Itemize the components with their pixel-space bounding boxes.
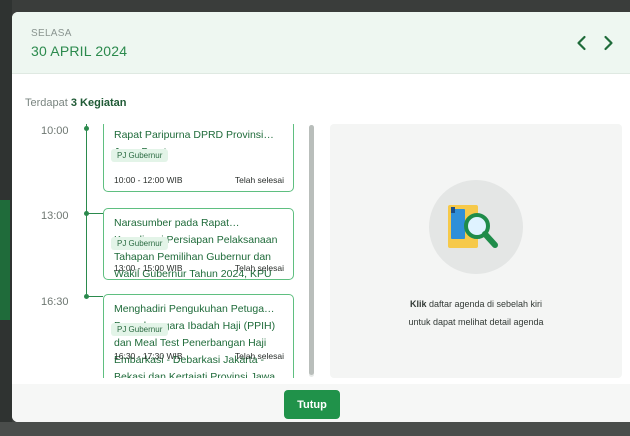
time-label: 10:00 [41,125,69,137]
agenda-timeline: 10:00 Rapat Paripurna DPRD Provinsi… Jaw… [12,124,312,378]
next-day-button[interactable] [597,32,619,54]
document-search-icon [448,205,498,248]
scrollbar-thumb[interactable] [309,125,314,375]
backdrop-bottom [0,422,630,436]
detail-panel: Klik daftar agenda di sebelah kiri untuk… [330,124,622,378]
timeline-branch [87,296,103,297]
agenda-modal: SELASA 30 APRIL 2024 Terdapat 3 Kegiatan… [12,12,630,422]
date-label: 30 APRIL 2024 [31,43,128,59]
agenda-time-range: 16:30 - 17:30 WIB [114,351,183,361]
chevron-right-icon [604,35,613,51]
backdrop-left [0,0,12,436]
agenda-title: Menghadiri Pengukuhan Petuga… Penyelengg… [114,303,276,378]
day-label: SELASA [31,28,72,39]
agenda-scrollbar[interactable] [309,125,314,377]
detail-hint-text: daftar agenda di sebelah kiri [426,299,543,309]
timeline-branch [87,213,103,214]
illustration-circle [429,180,523,274]
agenda-status: Telah selesai [234,175,284,185]
agenda-time-range: 13:00 - 15:00 WIB [114,263,183,273]
timeline-line [86,124,87,294]
detail-hint-line1: Klik daftar agenda di sebelah kiri [330,299,622,309]
chevron-left-icon [577,35,586,51]
detail-hint-line2: untuk dapat melihat detail agenda [408,317,544,327]
agenda-card[interactable]: Menghadiri Pengukuhan Petuga… Penyelengg… [103,294,294,378]
agenda-status: Telah selesai [234,351,284,361]
timeline-dot [84,126,89,131]
detail-hint-bold: Klik [409,299,427,309]
agenda-tag: PJ Gubernur [111,323,169,336]
count-prefix: Terdapat [25,97,68,109]
agenda-status: Telah selesai [234,263,284,273]
time-label: 13:00 [41,210,69,222]
agenda-tag: PJ Gubernur [111,237,169,250]
backdrop-stripe [0,200,10,320]
agenda-card[interactable]: Rapat Paripurna DPRD Provinsi… Jawa Bara… [103,124,294,192]
time-label: 16:30 [41,296,69,308]
activity-count: Terdapat 3 Kegiatan [25,97,127,109]
prev-day-button[interactable] [571,32,593,54]
agenda-card[interactable]: Narasumber pada Rapat… Koordinasi Persia… [103,208,294,280]
count-value: 3 Kegiatan [70,97,127,109]
close-button[interactable]: Tutup [284,390,340,419]
agenda-time-range: 10:00 - 12:00 WIB [114,175,183,185]
agenda-tag: PJ Gubernur [111,149,169,162]
modal-header: SELASA 30 APRIL 2024 [12,12,630,74]
